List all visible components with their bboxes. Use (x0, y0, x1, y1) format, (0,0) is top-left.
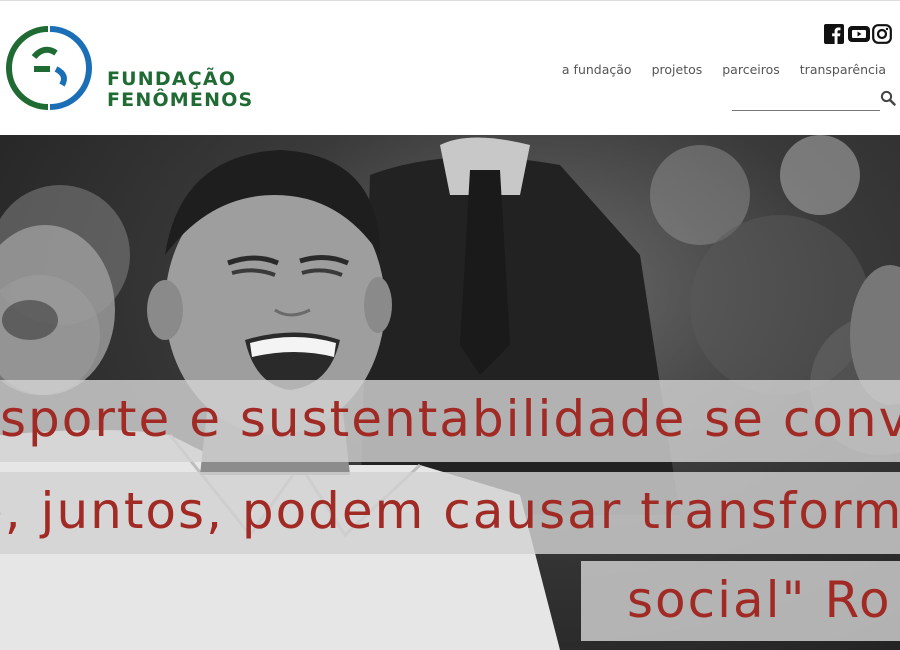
search-underline (732, 110, 880, 111)
search-icon[interactable] (880, 90, 896, 106)
quote-band-3: social" Ro (581, 561, 900, 641)
search-input[interactable] (732, 89, 880, 109)
brand-line-1: FUNDAÇÃO (107, 68, 237, 90)
quote-band-2: e, juntos, podem causar transform (0, 472, 900, 554)
social-links (824, 24, 892, 44)
site-header: FUNDAÇÃO FENÔMENOS a fundação projetos p… (0, 0, 900, 135)
quote-line-2: e, juntos, podem causar transform (0, 482, 900, 540)
brand-line-2: FENÔMENOS (107, 89, 254, 111)
fundacao-fenomenos-logo[interactable] (4, 23, 94, 113)
nav-item-projetos[interactable]: projetos (652, 62, 703, 77)
hero-banner: sporte e sustentabilidade se conv e, jun… (0, 135, 900, 650)
nav-item-parceiros[interactable]: parceiros (722, 62, 780, 77)
instagram-icon[interactable] (872, 24, 892, 44)
quote-band-1: sporte e sustentabilidade se conv (0, 380, 900, 462)
nav-item-transparencia[interactable]: transparência (800, 62, 886, 77)
nav-item-a-fundacao[interactable]: a fundação (562, 62, 632, 77)
facebook-icon[interactable] (824, 24, 844, 44)
brand-name[interactable]: FUNDAÇÃO FENÔMENOS (107, 69, 253, 111)
main-nav: a fundação projetos parceiros transparên… (562, 62, 886, 77)
youtube-icon[interactable] (848, 24, 870, 44)
quote-line-1: sporte e sustentabilidade se conv (0, 390, 900, 448)
quote-line-3: social" Ro (627, 571, 892, 629)
